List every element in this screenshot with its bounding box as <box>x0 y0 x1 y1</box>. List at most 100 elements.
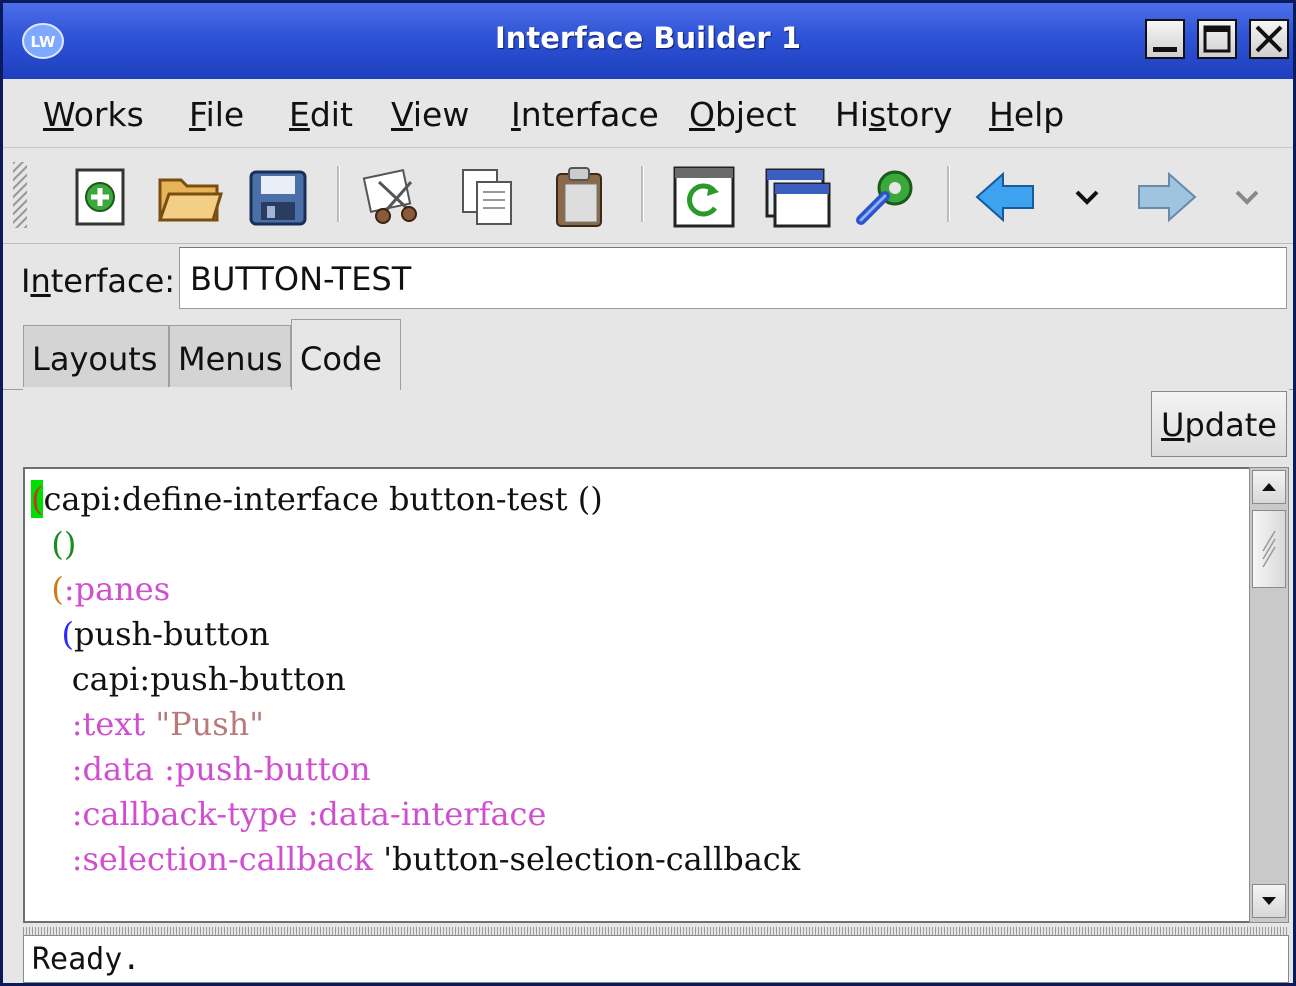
menu-label-part: Hi <box>835 95 869 134</box>
arrow-up-icon <box>1262 483 1276 491</box>
menu-label-part: nterface <box>520 95 659 134</box>
scroll-up-button[interactable] <box>1252 470 1286 504</box>
code-token: :panes <box>63 570 171 608</box>
code-token: 'button-selection-callback <box>383 840 801 878</box>
interface-label-part: n <box>30 262 51 300</box>
code-token: () <box>31 525 77 563</box>
menu-object[interactable]: Object <box>689 95 797 134</box>
interface-row: Interface: BUTTON-TEST <box>3 244 1293 316</box>
menu-view[interactable]: View <box>391 95 469 134</box>
code-editor[interactable]: (capi:define-interface button-test () ()… <box>23 467 1269 923</box>
interface-name-field[interactable]: BUTTON-TEST <box>179 247 1287 309</box>
menu-label-part: bject <box>714 95 797 134</box>
update-button[interactable]: Update <box>1151 391 1287 457</box>
code-line: (push-button <box>31 612 800 657</box>
menu-label-part: orks <box>73 95 144 134</box>
toolbar-separator <box>947 166 950 222</box>
title-bar[interactable]: LW Interface Builder 1 <box>3 3 1293 80</box>
menu-label-part: elp <box>1013 95 1065 134</box>
menu-label-part: E <box>289 95 310 134</box>
pane-divider[interactable] <box>23 927 1289 935</box>
update-mnemonic: U <box>1161 406 1185 444</box>
code-line: (capi:define-interface button-test () <box>31 477 800 522</box>
minimize-icon <box>1153 47 1177 52</box>
window-icon[interactable] <box>763 162 833 232</box>
menu-label-part: F <box>189 95 206 134</box>
tab-layouts[interactable]: Layouts <box>23 325 169 387</box>
menu-label-part: W <box>43 95 74 134</box>
back-history-dropdown-icon[interactable] <box>1067 162 1107 232</box>
toolbar-separator <box>337 166 340 222</box>
code-token: :callback-type :data-interface <box>31 795 547 833</box>
tab-strip: Layouts Menus Code <box>3 317 1293 390</box>
app-window: LW Interface Builder 1 Works File Edit View… <box>0 0 1296 986</box>
maximize-icon <box>1203 25 1231 53</box>
toolbar <box>3 148 1293 244</box>
menu-interface[interactable]: Interface <box>511 95 659 134</box>
menu-label-part: iew <box>412 95 470 134</box>
menu-bar: Works File Edit View Interface Object History H… <box>3 79 1293 148</box>
update-label-rest: pdate <box>1184 406 1277 444</box>
code-line: :data :push-button <box>31 747 800 792</box>
code-token: ( <box>31 570 64 608</box>
forward-arrow-icon[interactable] <box>1131 162 1201 232</box>
new-icon[interactable] <box>67 162 137 232</box>
status-bar: Ready. <box>23 935 1289 983</box>
menu-edit[interactable]: Edit <box>289 95 353 134</box>
scroll-down-button[interactable] <box>1252 884 1286 918</box>
code-line: capi:push-button <box>31 657 800 702</box>
toolbar-grip[interactable] <box>13 162 27 228</box>
tab-code[interactable]: Code <box>291 319 401 390</box>
paste-icon[interactable] <box>545 162 615 232</box>
interface-label: Interface: <box>21 262 175 300</box>
vertical-scrollbar[interactable] <box>1249 467 1289 923</box>
code-token: "Push" <box>155 705 264 743</box>
code-line: :selection-callback 'button-selection-ca… <box>31 837 800 882</box>
minimize-button[interactable] <box>1145 19 1185 59</box>
interface-label-part: terface: <box>50 262 176 300</box>
code-token: capi:push-button <box>31 660 346 698</box>
close-icon <box>1255 25 1283 53</box>
forward-history-dropdown-icon[interactable] <box>1227 162 1267 232</box>
code-line: :text "Push" <box>31 702 800 747</box>
window-title: Interface Builder 1 <box>494 21 802 55</box>
code-token: :text <box>31 705 156 743</box>
menu-label-part: V <box>391 95 413 134</box>
code-token: capi:define-interface button-test () <box>43 480 603 518</box>
code-line: :callback-type :data-interface <box>31 792 800 837</box>
code-panel: Update (capi:define-interface button-tes… <box>23 389 1289 929</box>
code-line: () <box>31 522 800 567</box>
menu-label-part: tory <box>886 95 953 134</box>
save-disk-icon[interactable] <box>243 162 313 232</box>
code-token: push-button <box>74 615 270 653</box>
cut-icon[interactable] <box>359 162 429 232</box>
menu-label-part: H <box>989 95 1014 134</box>
code-token: ( <box>31 615 74 653</box>
tools-gear-icon[interactable] <box>853 162 923 232</box>
close-button[interactable] <box>1249 19 1289 59</box>
tab-menus[interactable]: Menus <box>169 325 291 387</box>
copy-icon[interactable] <box>453 162 523 232</box>
open-folder-icon[interactable] <box>155 162 225 232</box>
menu-label-part: s <box>868 95 887 134</box>
menu-label-part: dit <box>309 95 353 134</box>
menu-history[interactable]: History <box>835 95 952 134</box>
toolbar-separator <box>641 166 644 222</box>
back-arrow-icon[interactable] <box>971 162 1041 232</box>
menu-label-part: O <box>689 95 715 134</box>
scrollbar-thumb[interactable] <box>1252 510 1286 588</box>
code-text[interactable]: (capi:define-interface button-test () ()… <box>31 477 800 882</box>
code-line: (:panes <box>31 567 800 612</box>
menu-label-part: I <box>511 95 521 134</box>
refresh-icon[interactable] <box>669 162 739 232</box>
arrow-down-icon <box>1262 897 1276 905</box>
cursor-paren: ( <box>31 480 44 518</box>
menu-label-part: ile <box>205 95 245 134</box>
grip-lines-icon <box>1262 530 1276 568</box>
menu-file[interactable]: File <box>189 95 244 134</box>
menu-help[interactable]: Help <box>989 95 1064 134</box>
menu-works[interactable]: Works <box>43 95 144 134</box>
code-token: :data :push-button <box>31 750 371 788</box>
code-token: :selection-callback <box>31 840 384 878</box>
maximize-button[interactable] <box>1197 19 1237 59</box>
